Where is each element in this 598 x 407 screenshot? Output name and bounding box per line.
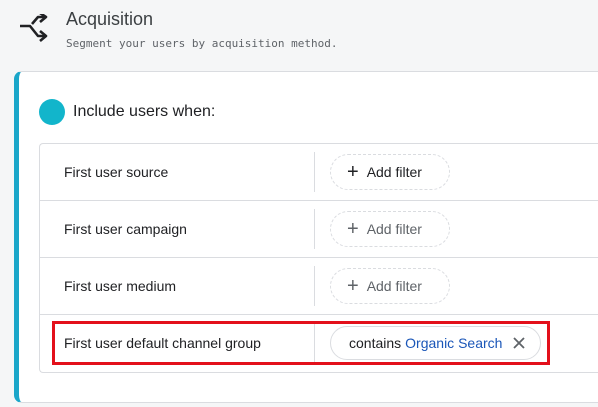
add-filter-label: Add filter	[366, 221, 422, 237]
dimension-label: First user campaign	[64, 221, 187, 237]
filter-chip[interactable]: contains Organic Search	[330, 326, 542, 360]
dimension-list: First user source + Add filter First use…	[39, 143, 598, 373]
page-title: Acquisition	[66, 9, 154, 29]
dimension-label: First user source	[64, 164, 169, 180]
dimension-label: First user default channel group	[64, 335, 261, 351]
add-filter-button[interactable]: + Add filter	[330, 211, 450, 247]
plus-icon: +	[347, 218, 359, 240]
add-filter-label: Add filter	[366, 164, 422, 180]
divider	[314, 323, 315, 363]
divider	[314, 209, 315, 249]
segment-header: Acquisition Segment your users by acquis…	[0, 0, 598, 64]
divider	[314, 152, 315, 192]
filter-value: Organic Search	[405, 335, 503, 351]
add-filter-button[interactable]: + Add filter	[330, 154, 450, 190]
dimension-label: First user medium	[64, 278, 177, 294]
include-condition: Include users when:	[39, 99, 215, 125]
filter-operator: contains	[349, 335, 402, 351]
include-label: Include users when:	[73, 103, 216, 120]
divider	[314, 266, 315, 306]
dimension-row-channel-group: First user default channel group contain…	[40, 315, 598, 372]
close-icon[interactable]	[512, 336, 526, 350]
dimension-row-medium: First user medium + Add filter	[40, 258, 598, 315]
dimension-row-campaign: First user campaign + Add filter	[40, 201, 598, 258]
plus-icon: +	[347, 275, 359, 297]
condition-card: Include users when: First user source + …	[14, 71, 598, 403]
dimension-row-source: First user source + Add filter	[40, 144, 598, 201]
condition-dot-icon	[39, 99, 65, 125]
merge-arrows-icon	[20, 14, 48, 42]
page-subtitle: Segment your users by acquisition method…	[66, 37, 338, 50]
plus-icon: +	[347, 161, 359, 183]
add-filter-label: Add filter	[366, 278, 422, 294]
add-filter-button[interactable]: + Add filter	[330, 268, 450, 304]
